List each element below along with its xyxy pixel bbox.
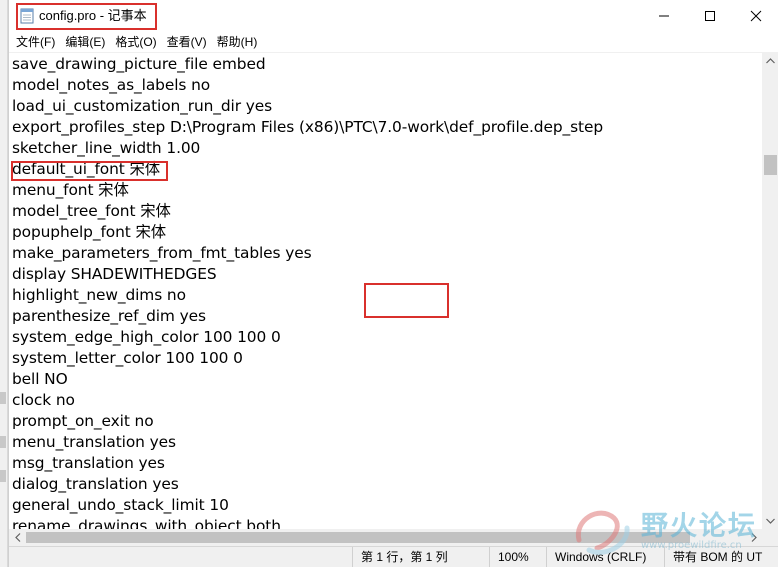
minimize-button[interactable] [641, 0, 687, 32]
text-line[interactable]: menu_font 宋体 [12, 180, 603, 201]
vertical-scroll-thumb[interactable] [764, 155, 777, 175]
menu-edit[interactable]: 编辑(E) [60, 33, 110, 51]
zoom-level: 100% [489, 547, 546, 567]
watermark: 野火论坛 www.proewildfire.cn [569, 500, 769, 560]
text-line[interactable]: export_profiles_step D:\Program Files (x… [12, 117, 603, 138]
text-line[interactable]: bell NO [12, 369, 603, 390]
chevron-up-icon [766, 57, 775, 63]
close-icon [750, 10, 762, 22]
menu-view[interactable]: 查看(V) [162, 33, 212, 51]
maximize-icon [705, 11, 715, 21]
minimize-icon [659, 15, 669, 17]
text-line[interactable]: sketcher_line_width 1.00 [12, 138, 603, 159]
menu-file[interactable]: 文件(F) [11, 33, 60, 51]
text-line[interactable]: model_tree_font 宋体 [12, 201, 603, 222]
text-line[interactable]: save_drawing_picture_file embed [12, 54, 603, 75]
text-line[interactable]: menu_translation yes [12, 432, 603, 453]
watermark-logo-icon [575, 510, 630, 555]
vertical-scrollbar[interactable] [762, 52, 778, 529]
text-line[interactable]: highlight_new_dims no [12, 285, 603, 306]
text-editor[interactable]: save_drawing_picture_file embed model_no… [9, 52, 762, 529]
text-line[interactable]: msg_translation yes [12, 453, 603, 474]
text-line[interactable]: clock no [12, 390, 603, 411]
cursor-position: 第 1 行，第 1 列 [352, 547, 489, 567]
annotation-highlight-box [364, 283, 449, 318]
menu-bar: 文件(F) 编辑(E) 格式(O) 查看(V) 帮助(H) [9, 32, 778, 52]
watermark-text: 野火论坛 [641, 511, 757, 542]
text-line[interactable]: rename_drawings_with_object both [12, 516, 603, 529]
scroll-left-button[interactable] [9, 529, 26, 546]
title-highlight-box [16, 3, 157, 30]
background-window-mark [0, 392, 6, 404]
menu-help[interactable]: 帮助(H) [212, 33, 263, 51]
maximize-button[interactable] [687, 0, 733, 32]
close-button[interactable] [733, 0, 778, 32]
text-line[interactable]: prompt_on_exit no [12, 411, 603, 432]
text-line[interactable]: load_ui_customization_run_dir yes [12, 96, 603, 117]
background-window-mark [0, 436, 6, 448]
text-line[interactable]: system_letter_color 100 100 0 [12, 348, 603, 369]
text-line[interactable]: general_undo_stack_limit 10 [12, 495, 603, 516]
text-line[interactable]: system_edge_high_color 100 100 0 [12, 327, 603, 348]
background-window-strip [0, 0, 8, 567]
text-line[interactable]: dialog_translation yes [12, 474, 603, 495]
text-line[interactable]: display SHADEWITHEDGES [12, 264, 603, 285]
chevron-left-icon [14, 533, 20, 542]
text-line[interactable]: make_parameters_from_fmt_tables yes [12, 243, 603, 264]
notepad-window: config.pro - 记事本 文件(F) 编辑(E) 格式(O) 查看(V)… [8, 0, 778, 567]
text-line[interactable]: parenthesize_ref_dim yes [12, 306, 603, 327]
text-line[interactable]: popuphelp_font 宋体 [12, 222, 603, 243]
default-ui-font-highlight-box [11, 161, 168, 181]
text-line[interactable]: model_notes_as_labels no [12, 75, 603, 96]
background-window-mark [0, 470, 6, 482]
watermark-subtext: www.proewildfire.cn [641, 540, 742, 551]
scroll-up-button[interactable] [762, 52, 778, 69]
menu-format[interactable]: 格式(O) [110, 33, 161, 51]
editor-content[interactable]: save_drawing_picture_file embed model_no… [12, 54, 603, 529]
title-bar[interactable]: config.pro - 记事本 [9, 0, 778, 32]
